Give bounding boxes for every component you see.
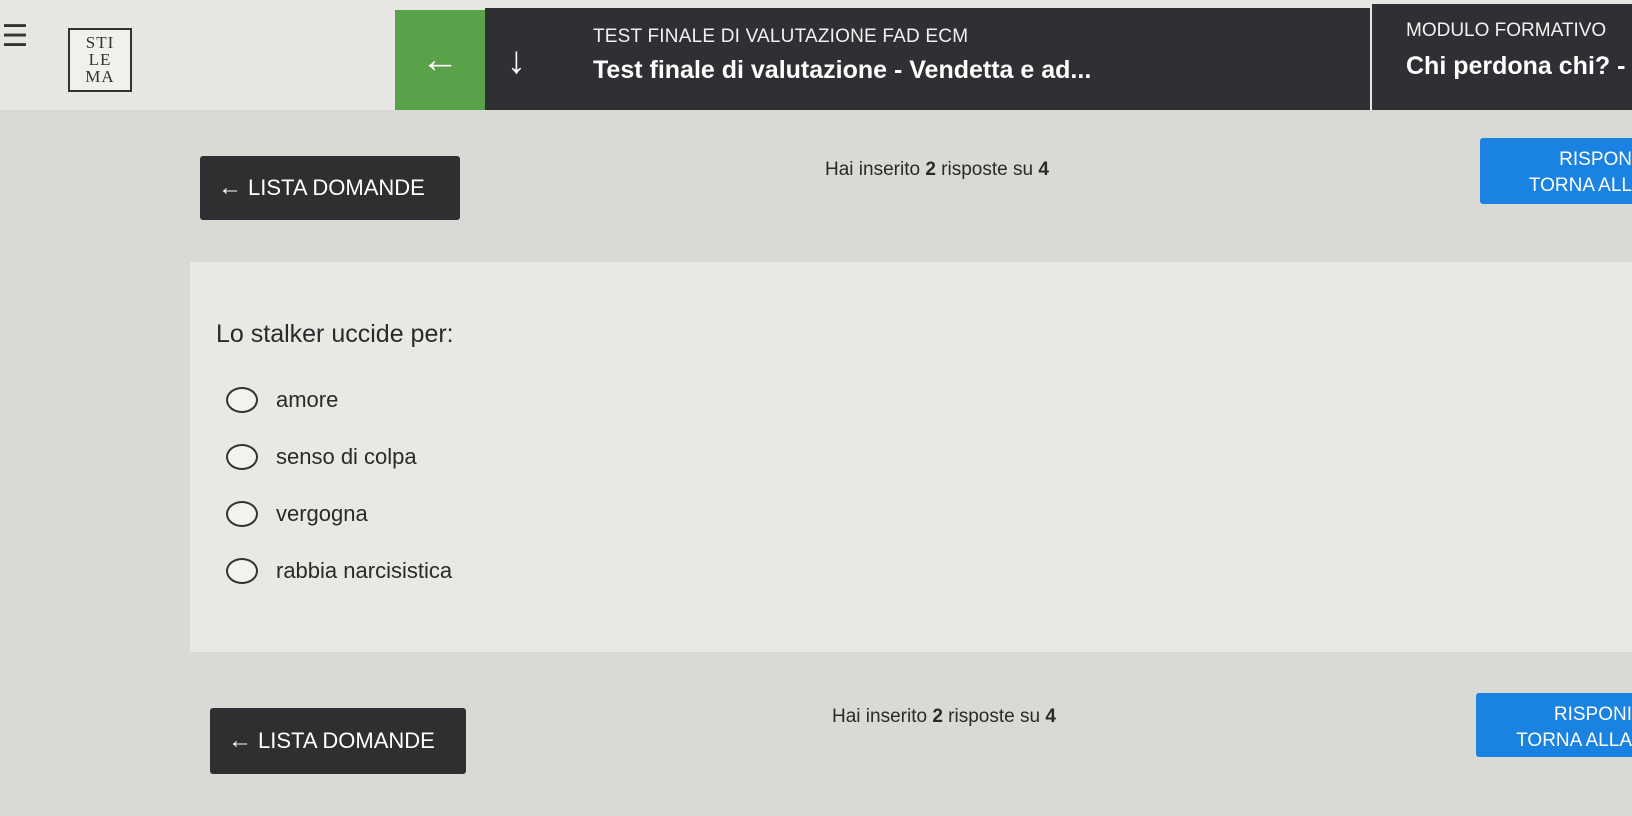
option-label: rabbia narcisistica: [276, 558, 453, 583]
question-list-label: LISTA DOMANDE: [248, 175, 425, 200]
arrow-left-icon: ←: [228, 727, 252, 754]
return-label: TORNA ALL: [1528, 175, 1632, 196]
course-header: ↓ TEST FINALE DI VALUTAZIONE FAD ECM Tes…: [485, 8, 1370, 110]
radio-button[interactable]: [226, 444, 258, 470]
question-text: Lo stalker uccide per:: [216, 320, 454, 348]
answer-button[interactable]: RISPON TORNA ALL: [1480, 138, 1632, 204]
answer-option[interactable]: amore: [226, 387, 338, 413]
status-prefix: Hai inserito: [832, 706, 933, 727]
answer-option[interactable]: rabbia narcisistica: [226, 558, 452, 584]
radio-button[interactable]: [226, 387, 258, 413]
status-prefix: Hai inserito: [825, 159, 926, 180]
hamburger-icon[interactable]: ☰: [0, 22, 30, 52]
status-total: 4: [1045, 706, 1056, 727]
logo-line: LE: [88, 50, 112, 69]
back-button[interactable]: ←: [395, 10, 485, 110]
logo[interactable]: STI LE MA: [68, 28, 132, 92]
status-total: 4: [1038, 159, 1049, 180]
arrow-left-icon: ←: [421, 38, 459, 81]
top-header: ☰ STI LE MA ← ↓ TEST FINALE DI VALUTAZIO…: [0, 0, 1632, 110]
logo-line: MA: [85, 67, 115, 86]
answer-button-label: RISPON: [1559, 149, 1632, 170]
question-list-button[interactable]: ← LISTA DOMANDE: [210, 708, 466, 774]
question-card: Lo stalker uccide per: amore senso di co…: [190, 262, 1632, 652]
question-list-label: LISTA DOMANDE: [258, 728, 435, 753]
module-header: MODULO FORMATIVO Chi perdona chi? -: [1372, 4, 1632, 110]
status-suffix: risposte su: [935, 159, 1039, 180]
status-count: 2: [925, 159, 936, 180]
logo-line: STI: [85, 33, 115, 52]
answer-button-label: RISPONI: [1553, 704, 1632, 725]
answers-status: Hai inserito 2 risposte su 4: [825, 159, 1049, 181]
status-count: 2: [932, 706, 943, 727]
answer-option[interactable]: vergogna: [226, 501, 368, 527]
option-label: amore: [276, 387, 339, 412]
course-subtitle: TEST FINALE DI VALUTAZIONE FAD ECM: [593, 26, 969, 47]
option-label: vergogna: [276, 501, 368, 526]
module-title: Chi perdona chi? -: [1406, 52, 1626, 80]
question-list-button[interactable]: ← LISTA DOMANDE: [200, 156, 460, 220]
arrow-down-icon[interactable]: ↓: [507, 40, 526, 83]
course-title: Test finale di valutazione - Vendetta e …: [593, 56, 1092, 84]
radio-button[interactable]: [226, 558, 258, 584]
answer-option[interactable]: senso di colpa: [226, 444, 417, 470]
radio-button[interactable]: [226, 501, 258, 527]
answer-button[interactable]: RISPONI TORNA ALLA: [1476, 693, 1632, 757]
answers-status: Hai inserito 2 risposte su 4: [832, 706, 1056, 728]
return-label: TORNA ALLA: [1516, 730, 1632, 751]
option-label: senso di colpa: [276, 444, 417, 469]
status-suffix: risposte su: [942, 706, 1046, 727]
module-subtitle: MODULO FORMATIVO: [1406, 20, 1607, 41]
arrow-left-icon: ←: [218, 174, 242, 201]
